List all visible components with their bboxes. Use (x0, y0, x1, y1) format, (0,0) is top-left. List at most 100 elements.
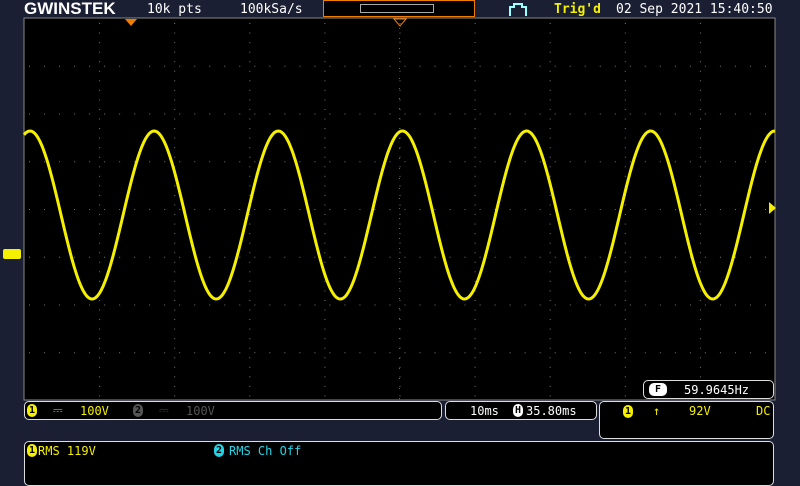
channel-status-bar[interactable]: 1 ⎓ 100V 2 ⎓ 100V (24, 401, 442, 420)
grid-dot (29, 256, 30, 258)
grid-dot (474, 299, 476, 301)
grid-dot (599, 113, 601, 115)
grid-dot (249, 299, 251, 301)
grid-dot (239, 209, 241, 210)
grid-dot (644, 256, 646, 258)
measurement-panel[interactable]: 1 RMS 119V 2 RMS Ch Off (24, 441, 774, 486)
grid-dot (374, 304, 376, 306)
grid-dot (99, 214, 101, 215)
grid-dot (699, 70, 701, 72)
grid-dot (674, 209, 676, 210)
grid-dot (174, 319, 176, 321)
trigger-box[interactable]: 1 ↑ 92V DC (599, 401, 774, 439)
grid-dot (624, 51, 626, 53)
grid-dot (474, 223, 476, 225)
grid-dot (699, 338, 701, 340)
grid-dot (249, 376, 251, 378)
grid-dot (59, 65, 61, 67)
grid-dot (249, 156, 251, 158)
grid-dot (659, 209, 661, 210)
grid-dot (659, 113, 661, 115)
grid-dot (524, 209, 526, 210)
grid-dot (719, 256, 721, 258)
grid-dot (474, 252, 476, 254)
grid-dot (134, 161, 136, 163)
grid-dot (704, 352, 706, 354)
grid-dot (419, 304, 421, 306)
grid-dot (699, 204, 701, 206)
grid-dot (249, 357, 251, 359)
grid-dot (549, 118, 551, 120)
grid-dot (329, 352, 331, 354)
grid-dot (624, 204, 626, 206)
grid-dot (359, 304, 361, 306)
navigator-window[interactable] (360, 4, 434, 13)
grid-dot (74, 304, 76, 306)
grid-dot (239, 304, 241, 306)
grid-dot (249, 108, 251, 110)
grid-dot (99, 376, 101, 378)
grid-dot (554, 65, 556, 67)
grid-dot (209, 161, 211, 163)
grid-dot (174, 89, 176, 91)
grid-dot (524, 304, 526, 306)
grid-dot (399, 32, 401, 34)
grid-dot (249, 252, 251, 254)
grid-dot (99, 32, 101, 34)
grid-dot (524, 113, 526, 115)
grid-dot (29, 304, 30, 306)
grid-dot (174, 290, 176, 292)
grid-dot (479, 161, 481, 163)
grid-dot (699, 108, 701, 110)
grid-dot (249, 185, 251, 187)
grid-dot (549, 385, 551, 387)
grid-dot (549, 299, 551, 301)
rising-edge-icon: ↑ (653, 404, 661, 418)
grid-dot (29, 209, 30, 210)
grid-dot (324, 51, 326, 53)
grid-dot (174, 242, 176, 244)
grid-dot (624, 61, 626, 63)
grid-dot (164, 161, 166, 163)
grid-dot (299, 352, 301, 354)
grid-dot (624, 147, 626, 149)
measure-ch2: RMS Ch Off (229, 444, 302, 458)
grid-dot (474, 309, 476, 311)
grid-dot (689, 65, 691, 67)
memory-navigator[interactable] (323, 0, 475, 17)
grid-dot (674, 161, 676, 163)
grid-dot (434, 65, 436, 67)
grid-dot (59, 304, 61, 306)
grid-dot (474, 395, 476, 397)
grid-dot (494, 161, 496, 163)
grid-dot (624, 366, 626, 368)
grid-dot (674, 352, 676, 354)
grid-dot (249, 223, 251, 225)
grid-dot (549, 70, 551, 72)
grid-dot (479, 256, 481, 258)
frequency-counter: F 59.9645Hz (643, 380, 774, 399)
grid-dot (674, 256, 676, 258)
waveform-display[interactable] (0, 16, 800, 402)
grid-dot (474, 385, 476, 387)
grid-dot (249, 175, 251, 177)
grid-dot (689, 352, 691, 354)
grid-dot (699, 175, 701, 177)
grid-dot (699, 299, 701, 301)
grid-dot (549, 51, 551, 53)
grid-dot (99, 108, 101, 110)
grid-dot (719, 161, 721, 163)
grid-dot (44, 209, 46, 210)
grid-dot (324, 108, 326, 110)
grid-dot (699, 61, 701, 63)
timebase-box[interactable]: 10ms H 35.80ms (445, 401, 597, 420)
grid-dot (719, 65, 721, 67)
grid-dot (624, 118, 626, 120)
grid-dot (624, 261, 626, 263)
grid-dot (324, 214, 326, 215)
grid-dot (624, 89, 626, 91)
grid-dot (734, 65, 736, 67)
grid-dot (329, 304, 331, 306)
grid-dot (689, 161, 691, 163)
grid-dot (164, 209, 166, 210)
